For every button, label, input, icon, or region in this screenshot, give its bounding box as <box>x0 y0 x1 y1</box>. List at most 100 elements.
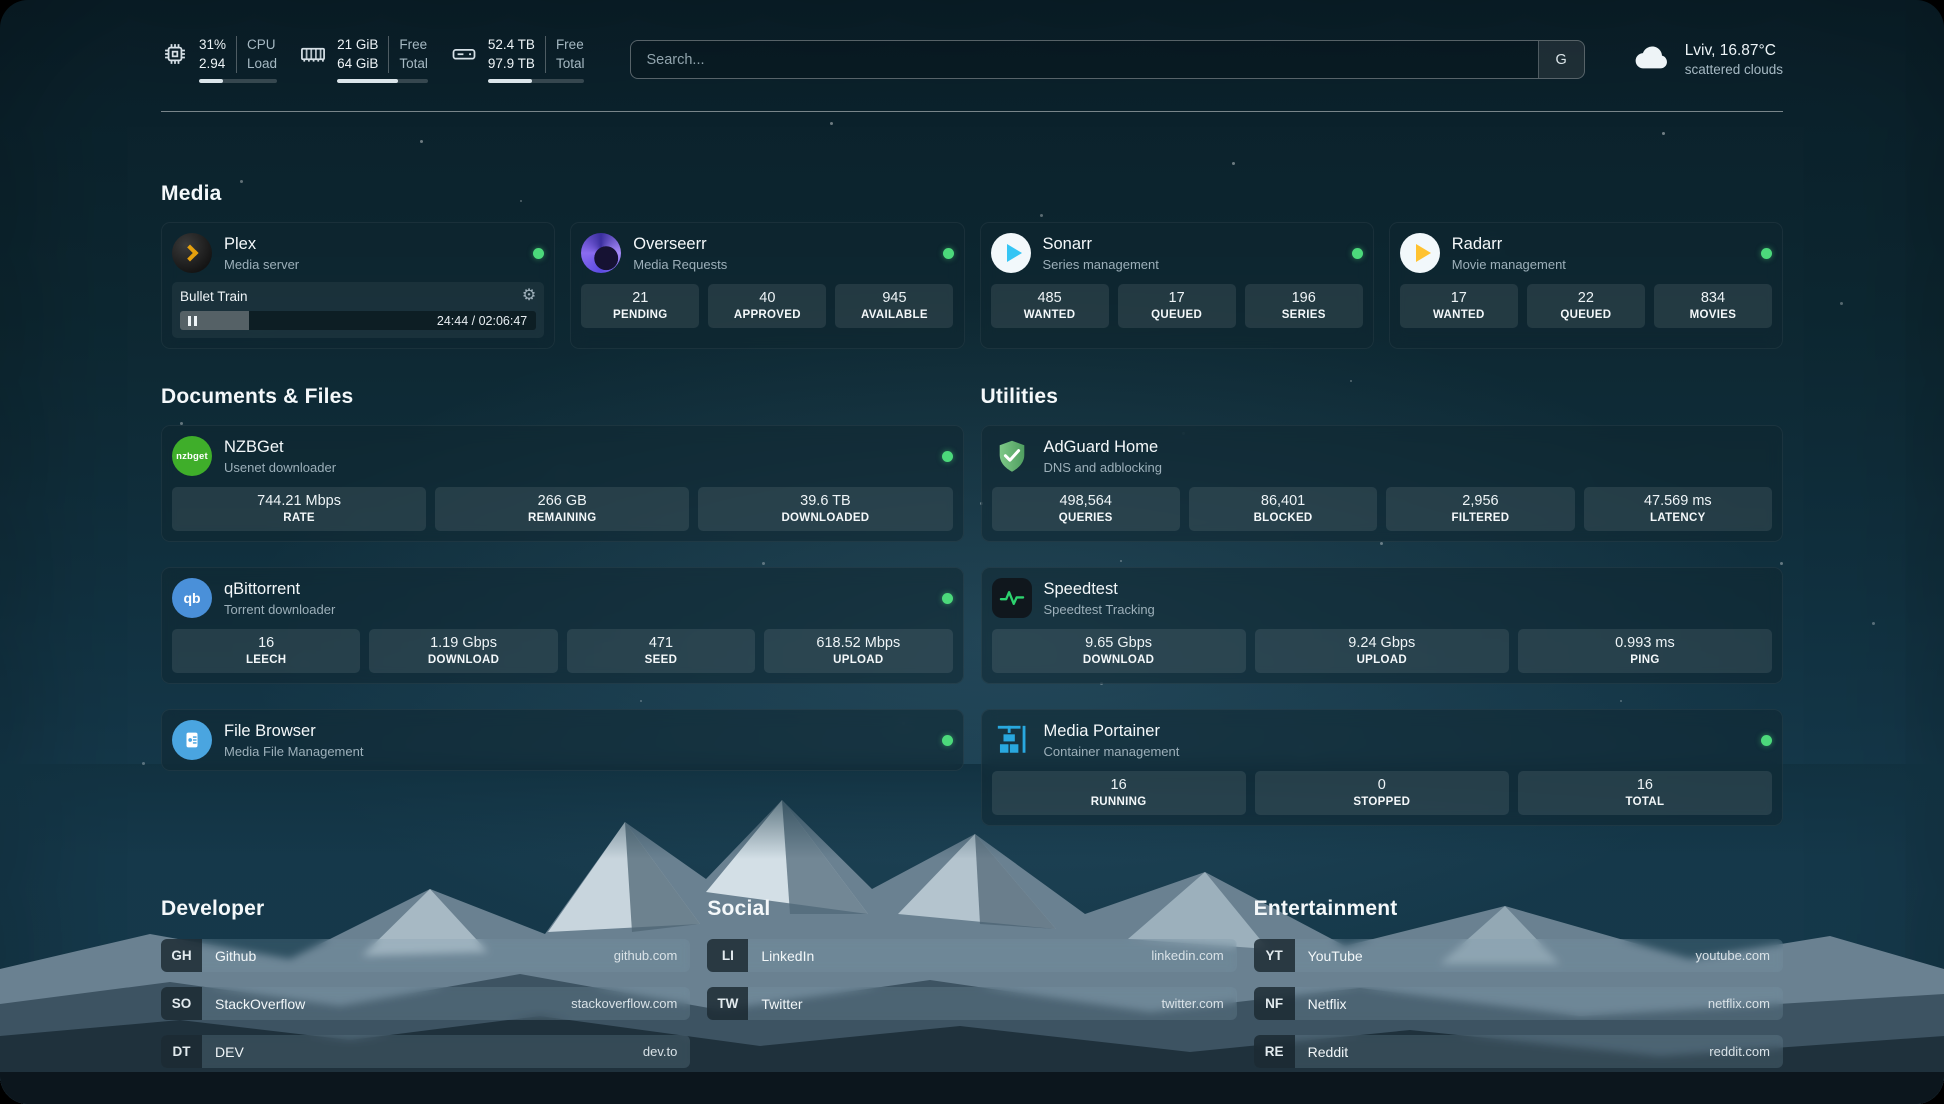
stat-approved: 40 APPROVED <box>708 284 826 328</box>
stat-ping: 0.993 ms PING <box>1518 629 1772 673</box>
service-card-nzbget[interactable]: nzbget NZBGet Usenet downloader 744.21 M… <box>161 425 964 542</box>
status-dot <box>1761 735 1772 746</box>
stat-filtered: 2,956 FILTERED <box>1386 487 1574 531</box>
section-title-documents: Documents & Files <box>161 385 964 409</box>
service-name: AdGuard Home <box>1044 438 1163 457</box>
service-card-overseerr[interactable]: Overseerr Media Requests 21 PENDING 40 A… <box>570 222 964 349</box>
service-name: Plex <box>224 235 299 254</box>
bookmark-reddit[interactable]: RE Reddit reddit.com <box>1254 1035 1783 1068</box>
service-subtitle: Speedtest Tracking <box>1044 602 1155 617</box>
cpu-usage-value: 31% <box>199 36 226 54</box>
service-card-sonarr[interactable]: Sonarr Series management 485 WANTED 17 Q… <box>980 222 1374 349</box>
service-name: Sonarr <box>1043 235 1159 254</box>
bookmark-name: YouTube <box>1308 948 1363 964</box>
playback-time: 24:44 / 02:06:47 <box>437 314 527 328</box>
stat-remaining: 266 GB REMAINING <box>435 487 689 531</box>
memory-free-value: 21 GiB <box>337 36 378 54</box>
service-card-radarr[interactable]: Radarr Movie management 17 WANTED 22 QUE… <box>1389 222 1783 349</box>
plex-now-playing: Bullet Train ⚙ 24:44 / 02:06:47 <box>172 282 544 338</box>
memory-total-value: 64 GiB <box>337 55 378 73</box>
memory-total-label: Total <box>399 55 428 73</box>
stat-download: 9.65 Gbps DOWNLOAD <box>992 629 1246 673</box>
status-dot <box>533 248 544 259</box>
stat-running: 16 RUNNING <box>992 771 1246 815</box>
memory-icon <box>299 40 327 73</box>
bookmark-name: StackOverflow <box>215 996 305 1012</box>
disk-free-value: 52.4 TB <box>488 36 535 54</box>
status-dot <box>942 451 953 462</box>
bookmark-abbr: NF <box>1254 987 1295 1020</box>
stat-queued: 17 QUEUED <box>1118 284 1236 328</box>
search-provider-button[interactable]: G <box>1538 41 1584 78</box>
bookmark-abbr: YT <box>1254 939 1295 972</box>
service-name: qBittorrent <box>224 580 335 599</box>
service-name: Radarr <box>1452 235 1566 254</box>
service-name: NZBGet <box>224 438 336 457</box>
stat-downloaded: 39.6 TB DOWNLOADED <box>698 487 952 531</box>
service-card-portainer[interactable]: Media Portainer Container management 16 … <box>981 709 1784 826</box>
service-card-filebrowser[interactable]: File Browser Media File Management <box>161 709 964 771</box>
disk-free-label: Free <box>556 36 585 54</box>
service-card-qbittorrent[interactable]: qb qBittorrent Torrent downloader 16 LEE… <box>161 567 964 684</box>
search-input[interactable] <box>631 41 1537 78</box>
bookmark-domain: netflix.com <box>1708 996 1770 1011</box>
service-card-adguard[interactable]: AdGuard Home DNS and adblocking 498,564 … <box>981 425 1784 542</box>
settings-icon[interactable]: ⚙ <box>522 288 536 304</box>
bookmark-twitter[interactable]: TW Twitter twitter.com <box>707 987 1236 1020</box>
weather-widget: Lviv, 16.87°C scattered clouds <box>1631 36 1783 83</box>
now-playing-title: Bullet Train <box>180 289 248 304</box>
stat-leech: 16 LEECH <box>172 629 360 673</box>
stat-blocked: 86,401 BLOCKED <box>1189 487 1377 531</box>
bookmark-abbr: TW <box>707 987 748 1020</box>
service-subtitle: Torrent downloader <box>224 602 335 617</box>
memory-progress-bar <box>337 79 428 83</box>
bookmark-name: Twitter <box>761 996 802 1012</box>
bookmark-stackoverflow[interactable]: SO StackOverflow stackoverflow.com <box>161 987 690 1020</box>
status-dot <box>943 248 954 259</box>
filebrowser-icon <box>172 720 212 760</box>
weather-location: Lviv, 16.87°C <box>1685 42 1783 60</box>
memory-widget: 21 GiB 64 GiB Free Total <box>299 36 428 82</box>
bookmark-dev[interactable]: DT DEV dev.to <box>161 1035 690 1068</box>
service-card-speedtest[interactable]: Speedtest Speedtest Tracking 9.65 Gbps D… <box>981 567 1784 684</box>
stat-upload: 618.52 Mbps UPLOAD <box>764 629 952 673</box>
disk-widget: 52.4 TB 97.9 TB Free Total <box>450 36 585 82</box>
memory-free-label: Free <box>399 36 428 54</box>
resource-widgets: 31% 2.94 CPU Load <box>161 36 584 82</box>
disk-total-label: Total <box>556 55 585 73</box>
bookmark-netflix[interactable]: NF Netflix netflix.com <box>1254 987 1783 1020</box>
service-subtitle: Media Requests <box>633 257 727 272</box>
media-card-grid: Plex Media server Bullet Train ⚙ 24:44 /… <box>161 222 1783 349</box>
bookmark-youtube[interactable]: YT YouTube youtube.com <box>1254 939 1783 972</box>
service-subtitle: Movie management <box>1452 257 1566 272</box>
stat-total: 16 TOTAL <box>1518 771 1772 815</box>
disk-icon <box>450 40 478 73</box>
documents-column: Documents & Files nzbget NZBGet Usenet d… <box>161 385 964 796</box>
cpu-progress-bar <box>199 79 277 83</box>
service-card-plex[interactable]: Plex Media server Bullet Train ⚙ 24:44 /… <box>161 222 555 349</box>
service-name: Media Portainer <box>1044 722 1180 741</box>
service-subtitle: DNS and adblocking <box>1044 460 1163 475</box>
section-title-entertainment: Entertainment <box>1254 897 1783 921</box>
bookmark-domain: youtube.com <box>1696 948 1770 963</box>
stat-wanted: 17 WANTED <box>1400 284 1518 328</box>
stat-queued: 22 QUEUED <box>1527 284 1645 328</box>
cloud-icon <box>1631 36 1673 83</box>
stat-series: 196 SERIES <box>1245 284 1363 328</box>
overseerr-icon <box>581 233 621 273</box>
bookmark-domain: github.com <box>614 948 678 963</box>
stat-download: 1.19 Gbps DOWNLOAD <box>369 629 557 673</box>
stat-stopped: 0 STOPPED <box>1255 771 1509 815</box>
playback-progress-bar[interactable]: 24:44 / 02:06:47 <box>180 311 536 330</box>
service-name: Overseerr <box>633 235 727 254</box>
pause-icon[interactable] <box>188 316 197 326</box>
bookmark-github[interactable]: GH Github github.com <box>161 939 690 972</box>
stat-wanted: 485 WANTED <box>991 284 1109 328</box>
bookmark-domain: stackoverflow.com <box>571 996 677 1011</box>
bookmark-name: Reddit <box>1308 1044 1348 1060</box>
stat-latency: 47.569 ms LATENCY <box>1584 487 1772 531</box>
bookmark-abbr: LI <box>707 939 748 972</box>
cpu-icon <box>161 40 189 73</box>
bookmark-linkedin[interactable]: LI LinkedIn linkedin.com <box>707 939 1236 972</box>
search-bar: G <box>630 40 1584 79</box>
